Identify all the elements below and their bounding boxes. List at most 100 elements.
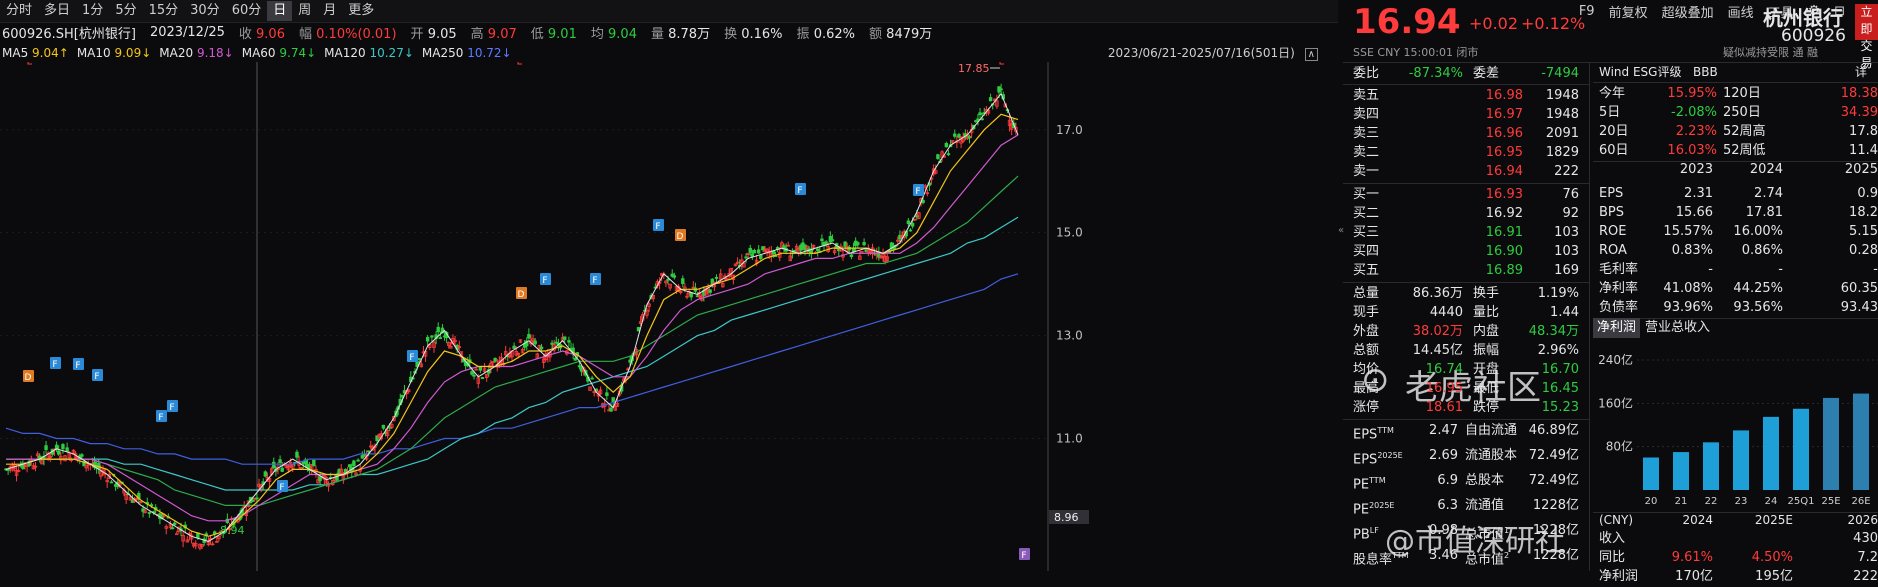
candle-body [856,242,860,246]
esg-label: Wind ESG评级 [1599,65,1682,79]
fin-label-sup: TTM [1369,476,1386,485]
candle-body [563,336,567,340]
candle-body [170,527,175,530]
amt-value: 8479万 [886,26,933,42]
candle-body [820,238,824,242]
candle-body [921,200,925,203]
ask-price: 16.97 [1485,107,1523,122]
event-marker-label: F [94,372,99,382]
y-tick-label: 17.0 [1056,123,1083,137]
ask-price: 16.94 [1485,164,1523,179]
tab-revenue[interactable]: 营业总收入 [1645,318,1710,338]
amp-label: 振 [796,26,810,42]
fin-table-year: 2024 [1682,513,1713,527]
event-marker-label: F [797,186,802,196]
event-marker-label: F [279,483,284,493]
candle-body [946,153,951,156]
period-tab-8[interactable]: 周 [292,1,317,21]
fin-label-2-sup: 1 [1504,526,1510,535]
quote-panel: « 16.94 +0.02 +0.12% 杭州银行 600926 立即 交易 S… [1338,0,1878,584]
ma-line-ma250 [5,273,1019,465]
ma60-value: 9.74↓ [279,46,317,60]
period-tab-10[interactable]: 更多 [342,1,380,21]
period-tab-7[interactable]: 日 [267,1,293,21]
stat-label: 涨停 [1353,400,1380,415]
candle-body [573,358,577,361]
stat-value: 16.74 [1425,362,1463,377]
fin-row-2025: 195亿 [1755,569,1793,584]
period-tab-4[interactable]: 15分 [143,1,185,21]
fin-label-2-text: 流通股本 [1465,448,1518,463]
stock-code: 600926 [1781,26,1846,46]
fin-value: 0.98 [1429,523,1458,538]
fin-label: PBLF [1353,521,1379,542]
event-marker-label: F [1021,551,1026,561]
period-tab-9[interactable]: 月 [317,1,342,21]
fin-label-2-text: 总市值 [1465,527,1505,543]
trade-button[interactable]: 立即 交易 [1855,4,1878,70]
bid-price: 16.93 [1485,187,1523,202]
perf-value-2: 17.8 [1849,124,1878,139]
period-tab-2[interactable]: 1分 [76,1,109,21]
fin-label-2-text: 总市值 [1465,552,1505,568]
fin-label-2-sup: 2 [1504,551,1510,560]
candle-body [980,118,984,121]
stat-label: 总额 [1353,343,1380,358]
bar-x-label: 22 [1705,496,1718,507]
event-marker-label: D [518,290,525,300]
candle-body [752,250,757,254]
metric-2023: 93.96% [1663,300,1713,315]
wecha-value: -7494 [1541,66,1579,81]
period-tab-1[interactable]: 多日 [38,1,76,21]
candle-body [44,445,48,451]
candle-body [65,447,69,452]
change-label: 幅 [298,26,312,42]
period-tab-0[interactable]: 分时 [0,1,38,21]
panel-collapse-icon[interactable]: « [1338,225,1344,245]
perf-label-2: 52周低 [1723,143,1766,158]
candle-body [672,275,677,278]
candle-body [744,256,748,259]
ask-price: 16.96 [1485,126,1523,141]
fin-value: 2.69 [1429,448,1458,463]
stat-label: 现手 [1353,305,1380,320]
date-range-text: 2023/06/21-2025/07/16(501日) [1107,46,1295,60]
exchange-status: SSE CNY 15:00:01 闭市 [1353,46,1479,59]
ma60-label: MA60 [241,46,276,60]
split-mark [517,62,522,65]
collapse-icon[interactable]: ∧ [1304,48,1318,61]
fin-row-label: 同比 [1599,550,1626,565]
candle-body [953,133,957,137]
tab-net-profit[interactable]: 净利润 [1593,318,1641,338]
fin-value-2: 72.49亿 [1528,473,1579,488]
ma-line-ma5 [5,92,1019,542]
perf-value: 16.03% [1667,143,1717,158]
metric-label: EPS [1599,186,1624,201]
event-marker-label: F [52,360,57,370]
candle-body [936,154,940,159]
period-tab-3[interactable]: 5分 [109,1,142,21]
metric-2023: 2.31 [1684,186,1713,201]
period-tab-5[interactable]: 30分 [184,1,226,21]
bid-volume: 92 [1562,206,1579,221]
period-tab-6[interactable]: 60分 [226,1,268,21]
candle-body [908,229,913,232]
stat-label-2: 换手 [1473,286,1500,301]
bar-y-tick: 160亿 [1598,395,1633,410]
candle-body [493,357,497,362]
ask-label: 卖四 [1353,107,1380,122]
bid-price: 16.90 [1485,244,1523,259]
candle-body [356,459,360,462]
bid-volume: 103 [1554,244,1579,259]
kline-chart[interactable]: 17.015.013.011.0DF FFFFFFDF FFDF FF17.858.9… [0,62,1338,571]
ma120-value: 10.27↓ [369,46,414,60]
fin-row-2026: 430 [1853,531,1878,546]
event-marker-label: D [677,232,684,242]
perf-value: 2.23% [1675,124,1717,139]
event-marker-label: D [25,373,32,383]
year-header: 2024 [1749,162,1783,177]
ma250-value: 10.72↓ [467,46,512,60]
fin-label-text: PE [1353,477,1370,493]
y-tick-label: 11.0 [1056,432,1083,446]
metric-2023: 41.08% [1663,281,1713,296]
